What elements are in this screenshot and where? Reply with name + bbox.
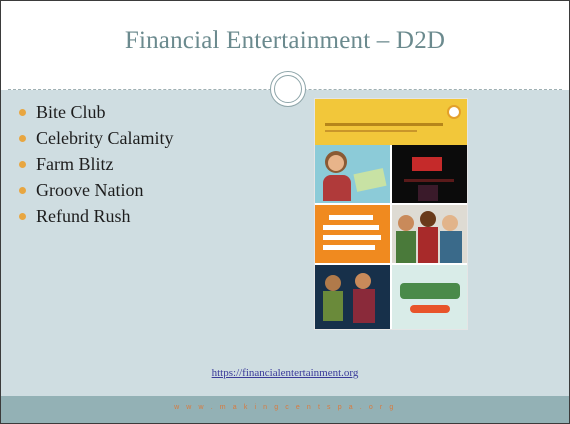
bullet-list: Bite Club Celebrity Calamity Farm Blitz … [19, 99, 173, 229]
slide: Financial Entertainment – D2D Bite Club … [0, 0, 570, 424]
list-item: Farm Blitz [19, 151, 173, 177]
bullet-text: Groove Nation [36, 180, 144, 200]
cover-tile-bite [392, 145, 467, 203]
report-cover-image [315, 99, 467, 329]
bullet-dot-icon [19, 109, 26, 116]
cover-tile-question [315, 205, 390, 263]
cover-tile-stage [315, 265, 390, 329]
cover-logo-icon [447, 105, 461, 119]
bullet-dot-icon [19, 135, 26, 142]
footer-band: w w w . m a k i n g c e n t s p a . o r … [1, 396, 569, 423]
footer-url: w w w . m a k i n g c e n t s p a . o r … [174, 404, 396, 411]
cover-title-line [325, 123, 443, 126]
list-item: Bite Club [19, 99, 173, 125]
list-item: Celebrity Calamity [19, 125, 173, 151]
cover-subtitle-line [325, 130, 417, 132]
bullet-text: Bite Club [36, 102, 106, 122]
list-item: Groove Nation [19, 177, 173, 203]
website-link[interactable]: https://financialentertainment.org [1, 367, 569, 379]
cover-header [315, 99, 467, 145]
cover-tile-girl [315, 145, 390, 203]
cover-tile-refund [392, 265, 467, 329]
cover-tile-characters [392, 205, 467, 263]
list-item: Refund Rush [19, 203, 173, 229]
circle-ornament-icon [270, 71, 306, 107]
bullet-text: Farm Blitz [36, 154, 114, 174]
bullet-dot-icon [19, 161, 26, 168]
slide-title: Financial Entertainment – D2D [124, 27, 446, 54]
bullet-dot-icon [19, 213, 26, 220]
bullet-text: Celebrity Calamity [36, 128, 174, 148]
bullet-dot-icon [19, 187, 26, 194]
bullet-text: Refund Rush [36, 206, 131, 226]
